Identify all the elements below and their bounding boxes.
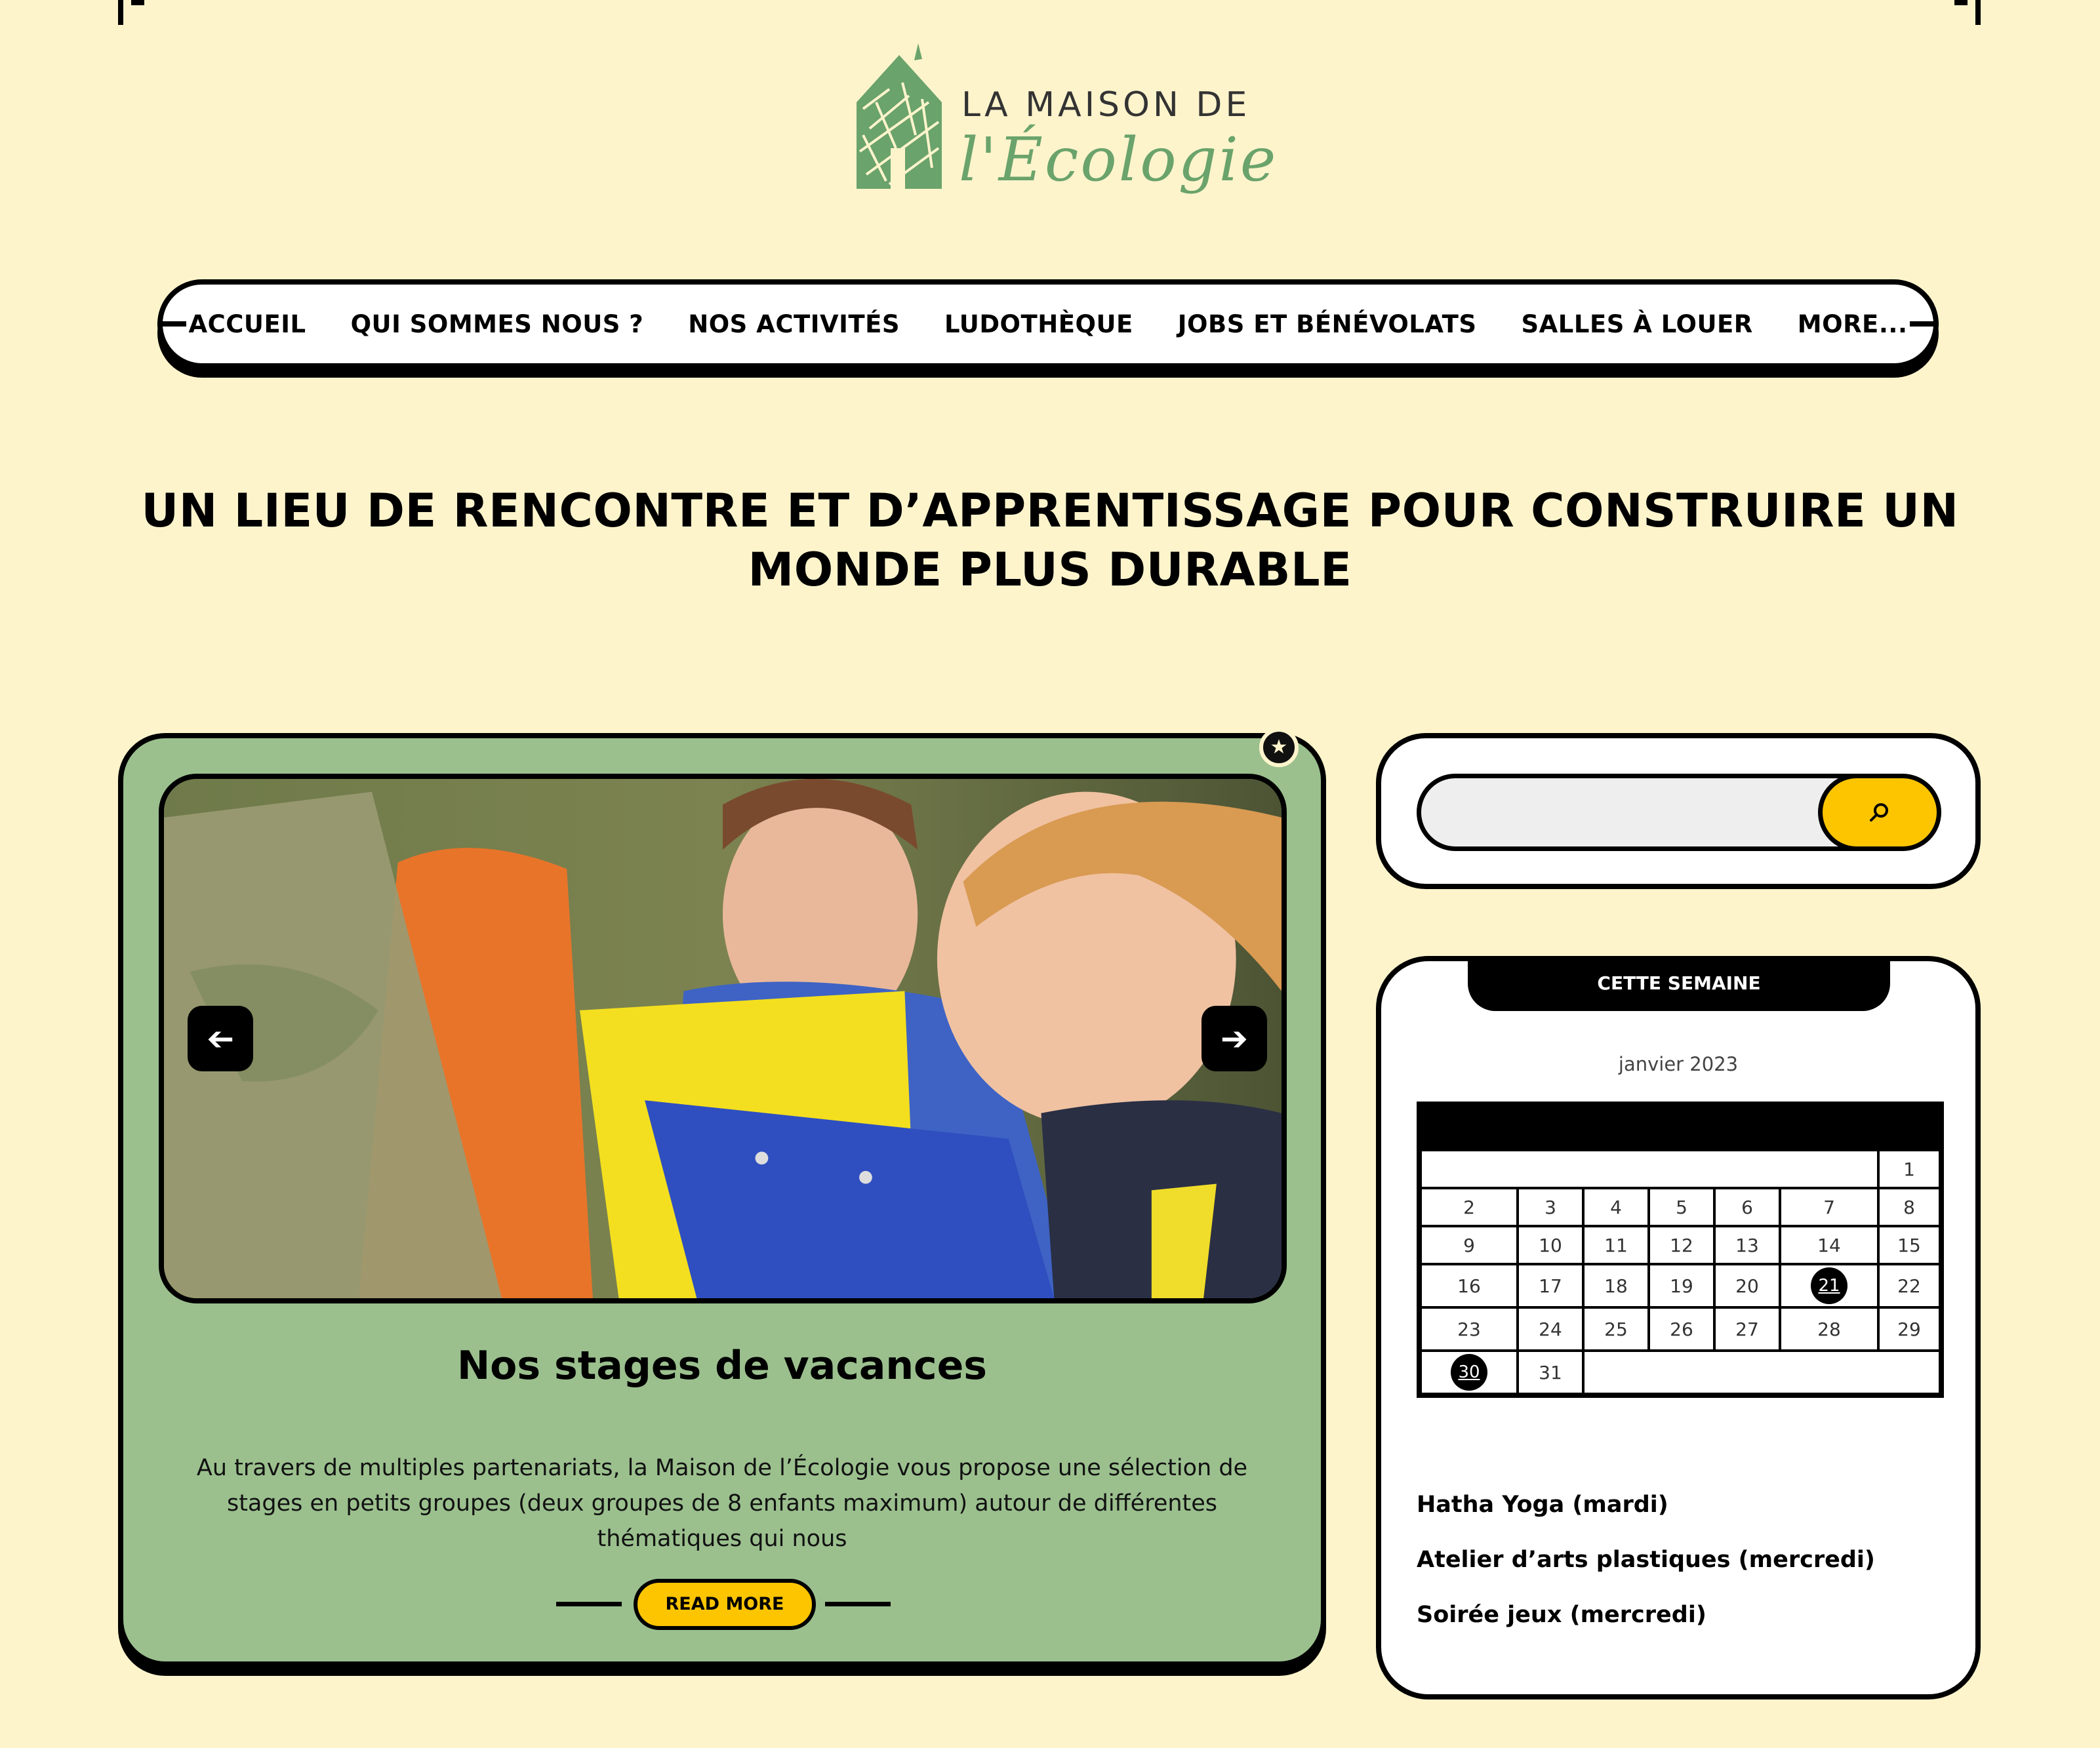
- calendar-day[interactable]: 31: [1516, 1349, 1585, 1397]
- calendar-day[interactable]: 26: [1647, 1306, 1716, 1352]
- nav-item-nos-activites[interactable]: NOS ACTIVITÉS: [688, 310, 900, 338]
- nav-item-ludotheque[interactable]: LUDOTHÈQUE: [944, 310, 1133, 338]
- calendar-week: 23 24 25 26 27 28 29: [1418, 1306, 1943, 1352]
- calendar-grid: 1 2 3 4 5 6 7 8 9 10 11 12 13 14 15 16 1…: [1417, 1102, 1944, 1398]
- featured-image[interactable]: [159, 774, 1287, 1303]
- calendar-day[interactable]: 20: [1713, 1263, 1781, 1309]
- calendar-day[interactable]: 29: [1877, 1306, 1943, 1352]
- calendar-empty-cell: [1419, 1149, 1880, 1189]
- calendar-day[interactable]: 17: [1516, 1263, 1585, 1309]
- calendar-day[interactable]: 10: [1516, 1225, 1585, 1265]
- calendar-day[interactable]: 8: [1877, 1187, 1943, 1227]
- nav-item-salles-a-louer[interactable]: SALLES À LOUER: [1522, 310, 1753, 338]
- nav-item-qui-sommes-nous[interactable]: QUI SOMMES NOUS ?: [351, 310, 644, 338]
- read-more-button[interactable]: READ MORE: [634, 1579, 816, 1630]
- event-link[interactable]: Hatha Yoga (mardi): [1417, 1491, 1949, 1519]
- children-with-clipboards-photo: [164, 779, 1282, 1298]
- featured-post-card: ★ ➔ ➔ Nos stages de vacances Au travers …: [118, 728, 1326, 1667]
- calendar-day[interactable]: 18: [1582, 1263, 1650, 1309]
- events-list: Hatha Yoga (mardi) Atelier d’arts plasti…: [1417, 1491, 1949, 1656]
- logo-title-top: LA MAISON DE: [961, 85, 1251, 125]
- search-button[interactable]: [1818, 774, 1941, 851]
- star-icon: ★: [1259, 728, 1299, 767]
- event-link[interactable]: Atelier d’arts plastiques (mercredi): [1417, 1546, 1949, 1574]
- arrow-right-icon[interactable]: ➔: [1201, 1006, 1267, 1071]
- calendar-day[interactable]: 13: [1713, 1225, 1781, 1265]
- calendar-day[interactable]: 19: [1647, 1263, 1716, 1309]
- calendar-day[interactable]: 4: [1582, 1187, 1650, 1227]
- read-more-row: READ MORE: [123, 1579, 1321, 1630]
- calendar-weekday-header: [1419, 1104, 1941, 1150]
- featured-title[interactable]: Nos stages de vacances: [123, 1343, 1321, 1389]
- calendar-day-event-marker[interactable]: 30: [1451, 1354, 1487, 1391]
- calendar-week: 9 10 11 12 13 14 15: [1418, 1225, 1943, 1265]
- calendar-week: 1: [1419, 1149, 1943, 1189]
- calendar-month: janvier 2023: [1618, 1053, 1739, 1075]
- calendar-day[interactable]: 9: [1418, 1225, 1519, 1265]
- logo-title-bottom: l'Écologie: [959, 125, 1278, 195]
- calendar-day[interactable]: 5: [1647, 1187, 1716, 1227]
- calendar-day[interactable]: 1: [1877, 1149, 1943, 1189]
- nav-item-more[interactable]: MORE...: [1798, 310, 1908, 338]
- search-widget: [1376, 733, 1981, 889]
- calendar-day[interactable]: 25: [1582, 1306, 1650, 1352]
- calendar-day[interactable]: 6: [1713, 1187, 1781, 1227]
- nav-item-jobs-et-benevolats[interactable]: JOBS ET BÉNÉVOLATS: [1178, 310, 1477, 338]
- calendar-day-event-marker[interactable]: 21: [1811, 1267, 1848, 1304]
- calendar-day[interactable]: 23: [1418, 1306, 1519, 1352]
- calendar-week: 2 3 4 5 6 7 8: [1418, 1187, 1943, 1227]
- main-navigation: ACCUEIL QUI SOMMES NOUS ? NOS ACTIVITÉS …: [157, 279, 1939, 368]
- divider-right: [825, 1602, 891, 1606]
- calendar-day[interactable]: 12: [1647, 1225, 1716, 1265]
- calendar-widget: CETTE SEMAINE janvier 2023 1 2 3 4 5 6 7…: [1376, 956, 1981, 1699]
- arrow-left-icon[interactable]: ➔: [188, 1006, 253, 1071]
- house-tree-logo-icon: [857, 43, 942, 190]
- calendar-day[interactable]: 2: [1418, 1187, 1519, 1227]
- divider-left: [556, 1602, 622, 1606]
- calendar-day[interactable]: 7: [1779, 1187, 1880, 1227]
- site-logo[interactable]: LA MAISON DE l'Écologie: [850, 37, 1276, 195]
- featured-excerpt: Au travers de multiples partenariats, la…: [196, 1455, 1248, 1552]
- calendar-day-highlighted[interactable]: 30: [1418, 1349, 1519, 1397]
- calendar-day[interactable]: 14: [1779, 1225, 1880, 1265]
- calendar-day[interactable]: 27: [1713, 1306, 1781, 1352]
- search-icon: [1870, 803, 1888, 822]
- calendar-day-highlighted[interactable]: 21: [1779, 1263, 1880, 1309]
- event-link[interactable]: Soirée jeux (mercredi): [1417, 1601, 1949, 1629]
- calendar-day[interactable]: 28: [1779, 1306, 1880, 1352]
- nav-item-accueil[interactable]: ACCUEIL: [188, 310, 306, 338]
- calendar-empty-cell: [1582, 1349, 1941, 1395]
- calendar-day[interactable]: 11: [1582, 1225, 1650, 1265]
- calendar-day[interactable]: 24: [1516, 1306, 1585, 1352]
- page-headline: UN LIEU DE RENCONTRE ET D’APPRENTISSAGE …: [141, 484, 1959, 597]
- calendar-day[interactable]: 3: [1516, 1187, 1585, 1227]
- page-frame-edge: [118, 0, 1981, 25]
- calendar-day[interactable]: 15: [1877, 1225, 1943, 1265]
- calendar-weekday-bar: [1419, 1104, 1941, 1150]
- calendar-day[interactable]: 22: [1877, 1263, 1943, 1309]
- calendar-week: 30 31: [1418, 1349, 1941, 1397]
- calendar-day[interactable]: 16: [1418, 1263, 1519, 1309]
- calendar-week: 16 17 18 19 20 21 22: [1418, 1263, 1943, 1309]
- calendar-header: CETTE SEMAINE: [1468, 956, 1890, 1011]
